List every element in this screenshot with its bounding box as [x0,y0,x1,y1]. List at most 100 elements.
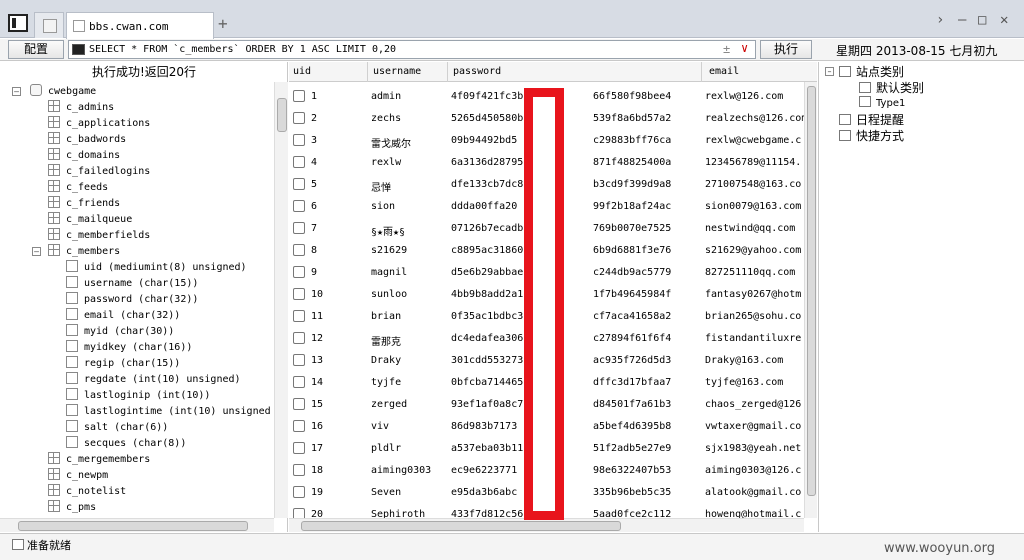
tab-blank[interactable] [34,12,64,38]
tree-table[interactable]: c_failedlogins [48,164,150,180]
tree-database-label: cwebgame [48,86,97,97]
row-checkbox[interactable] [293,398,305,410]
tree-column[interactable]: regdate (int(10) unsigned) [66,372,241,388]
row-checkbox[interactable] [293,222,305,234]
config-button[interactable]: 配置 [8,40,64,59]
tree-column[interactable]: lastloginip (int(10)) [66,388,210,404]
close-button[interactable]: ✕ [1000,12,1008,28]
add-tab-button[interactable]: + [218,14,228,33]
row-checkbox[interactable] [293,486,305,498]
scroll-thumb[interactable] [18,521,248,531]
table-cell: Seven [371,487,402,498]
collapse-toggle[interactable]: – [32,247,41,256]
scroll-thumb[interactable] [277,98,287,132]
folder-icon [839,66,851,77]
row-checkbox[interactable] [293,156,305,168]
row-checkbox[interactable] [293,134,305,146]
tree-column[interactable]: secques (char(8)) [66,436,186,452]
scroll-thumb[interactable] [807,86,816,496]
table-cell: pldlr [371,443,402,454]
tree-vertical-scrollbar[interactable] [274,82,288,518]
tree-column[interactable]: lastlogintime (int(10) unsigned [66,404,271,420]
row-checkbox[interactable] [293,200,305,212]
category-item[interactable]: Type1 [859,96,905,112]
table-icon [48,484,60,496]
table-cell: zechs [371,113,402,124]
tree-table[interactable]: c_pms [48,500,96,516]
tree-column[interactable]: regip (char(15)) [66,356,180,372]
table-cell: 19 [311,487,324,498]
tree-table[interactable]: c_domains [48,148,120,164]
chevron-right-icon[interactable]: › [936,12,944,28]
row-checkbox[interactable] [293,442,305,454]
table-cell: 66f580f98bee4 [593,91,672,102]
row-checkbox[interactable] [293,112,305,124]
tree-column[interactable]: salt (char(6)) [66,420,168,436]
tree-table[interactable]: c_feeds [48,180,108,196]
tree-table[interactable]: c_badwords [48,132,126,148]
table-cell: magnil [371,267,408,278]
row-checkbox[interactable] [293,90,305,102]
tree-column[interactable]: username (char(15)) [66,276,198,292]
column-icon [66,308,78,320]
table-cell: 1f7b49645984f [593,289,672,300]
table-icon [48,244,60,256]
tree-column[interactable]: uid (mediumint(8) unsigned) [66,260,247,276]
table-cell: 13 [311,355,324,366]
tree-table[interactable]: c_friends [48,196,120,212]
tree-column-label: secques (char(8)) [84,438,187,449]
scroll-thumb[interactable] [301,521,621,531]
tree-column[interactable]: password (char(32)) [66,292,198,308]
tree-column[interactable]: myid (char(30)) [66,324,174,340]
grid-vertical-scrollbar[interactable] [804,82,817,518]
tree-table[interactable]: c_mergemembers [48,452,150,468]
plusminus-icon[interactable]: ± [723,42,730,56]
grid-horizontal-scrollbar[interactable] [289,518,804,532]
row-checkbox[interactable] [293,376,305,388]
column-header-email[interactable]: email [709,66,739,77]
table-icon [48,116,60,128]
row-checkbox[interactable] [293,266,305,278]
category-root[interactable]: 站点类别 [839,64,904,80]
minimize-button[interactable]: – [958,12,966,28]
execute-button[interactable]: 执行 [760,40,812,59]
tree-table[interactable]: c_applications [48,116,150,132]
row-checkbox[interactable] [293,332,305,344]
tree-column[interactable]: myidkey (char(16)) [66,340,192,356]
collapse-toggle[interactable]: – [12,87,21,96]
tree-table[interactable]: c_notelist [48,484,126,500]
row-checkbox[interactable] [293,310,305,322]
app-icon[interactable] [8,14,28,32]
row-checkbox[interactable] [293,244,305,256]
category-item[interactable]: 默认类别 [859,80,924,96]
sql-input[interactable]: SELECT * FROM `c_members` ORDER BY 1 ASC… [68,40,756,59]
tree-horizontal-scrollbar[interactable] [0,518,274,532]
tree-column-label: salt (char(6)) [84,422,169,433]
column-header-uid[interactable]: uid [293,66,311,77]
tree-column-label: regdate (int(10) unsigned) [84,374,241,385]
tree-table[interactable]: c_newpm [48,468,108,484]
tree-table[interactable]: c_mailqueue [48,212,132,228]
column-icon [66,404,78,416]
table-cell: fistandantiluxre [705,333,802,344]
column-header-password[interactable]: password [453,66,501,77]
tree-table-label: c_memberfields [66,230,151,241]
tab-active[interactable]: bbs.cwan.com [66,12,214,39]
tree-database[interactable]: cwebgame [30,84,96,100]
row-checkbox[interactable] [293,420,305,432]
maximize-button[interactable]: □ [978,12,986,28]
tree-column[interactable]: email (char(32)) [66,308,180,324]
tree-table[interactable]: c_admins [48,100,114,116]
row-checkbox[interactable] [293,288,305,300]
row-checkbox[interactable] [293,354,305,366]
chevron-down-icon[interactable]: ∨ [741,41,748,55]
row-checkbox[interactable] [293,178,305,190]
row-checkbox[interactable] [293,464,305,476]
tree-table[interactable]: c_memberfields [48,228,150,244]
table-cell: 5 [311,179,318,190]
column-header-username[interactable]: username [373,66,421,77]
shortcuts-item[interactable]: 快捷方式 [839,128,904,144]
schedule-item[interactable]: 日程提醒 [839,112,904,128]
collapse-toggle[interactable]: – [825,67,834,76]
tree-table-expanded[interactable]: c_members [48,244,120,260]
